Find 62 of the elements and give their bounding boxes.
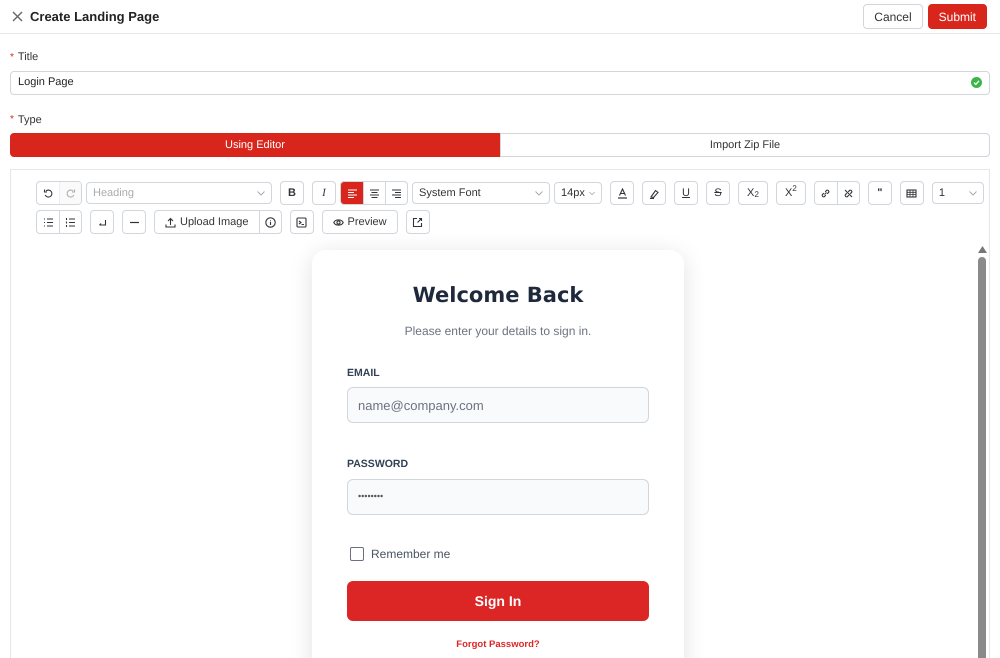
field-label: Title [18, 50, 38, 65]
align-right-icon [391, 188, 402, 198]
chevron-down-icon [588, 190, 595, 196]
italic-button[interactable]: I [313, 182, 335, 204]
checkbox-label: Remember me [371, 546, 450, 563]
strikethrough-button[interactable]: S [707, 182, 729, 204]
login-heading: Welcome Back [412, 282, 584, 309]
info-icon [264, 216, 276, 228]
field-label: PASSWORD [347, 457, 410, 472]
subscript-button[interactable]: X$_{2}$ [739, 182, 767, 204]
upload-icon [165, 216, 176, 228]
superscript-button[interactable]: X$^{2}$ [776, 182, 805, 204]
underline-button[interactable]: U [675, 182, 697, 204]
preview-button[interactable]: Preview [322, 211, 397, 233]
title-input[interactable]: Login Page [10, 70, 990, 94]
table-icon [906, 188, 918, 198]
field-label: EMAIL [347, 366, 381, 380]
unlink-icon [842, 188, 854, 198]
dropdown-placeholder: Heading [93, 186, 134, 201]
dropdown-value: 1 [938, 186, 945, 201]
align-center-icon [369, 188, 380, 198]
input-value: Login Page [18, 75, 75, 90]
field-label: Type [18, 112, 42, 128]
eye-icon [332, 216, 344, 228]
chevron-down-icon [535, 190, 543, 196]
login-subtitle: Please enter your details to sign in. [404, 322, 592, 340]
redo-icon [65, 188, 76, 198]
page-title: Create Landing Page [30, 8, 160, 26]
sign-in-button[interactable]: Sign In [347, 581, 649, 621]
scrollbar-thumb[interactable] [978, 257, 986, 658]
chevron-down-icon [968, 190, 977, 196]
font-dropdown[interactable]: System Font [412, 182, 550, 204]
numbered-list-icon [65, 216, 76, 228]
type-tab[interactable]: Using Editor [10, 133, 500, 157]
undo-icon [42, 188, 54, 198]
required-mark: * [10, 50, 14, 65]
font-size-dropdown[interactable]: 14px [554, 182, 602, 204]
chevron-down-icon [257, 190, 265, 196]
type-tab[interactable]: Import Zip File [500, 133, 990, 157]
email-input[interactable]: name@company.com [347, 387, 649, 424]
highlighter-icon [648, 188, 660, 198]
link-icon [820, 188, 832, 198]
align-left-button[interactable] [341, 182, 363, 204]
dropdown-value: System Font [419, 186, 481, 201]
scroll-up-arrow-icon [978, 246, 986, 253]
terminal-icon [296, 216, 307, 228]
dropdown-value: 14px [561, 186, 585, 201]
bold-button[interactable]: B [281, 182, 303, 204]
quote-button[interactable]: " [868, 182, 891, 204]
text-color-icon [616, 188, 628, 198]
cancel-button[interactable]: Cancel [863, 4, 923, 29]
forgot-password-link[interactable]: Forgot Password? [456, 639, 540, 650]
password-input[interactable]: •••••••• [347, 479, 649, 515]
input-value: •••••••• [358, 490, 384, 504]
required-mark: * [10, 113, 14, 128]
align-left-icon [346, 188, 358, 198]
close-icon [12, 11, 23, 22]
checkbox[interactable] [350, 547, 364, 561]
expand-icon [412, 216, 424, 228]
bullet-list-icon [42, 216, 54, 228]
table-rows-dropdown[interactable]: 1 [932, 182, 984, 204]
submit-button[interactable]: Submit [928, 4, 987, 29]
